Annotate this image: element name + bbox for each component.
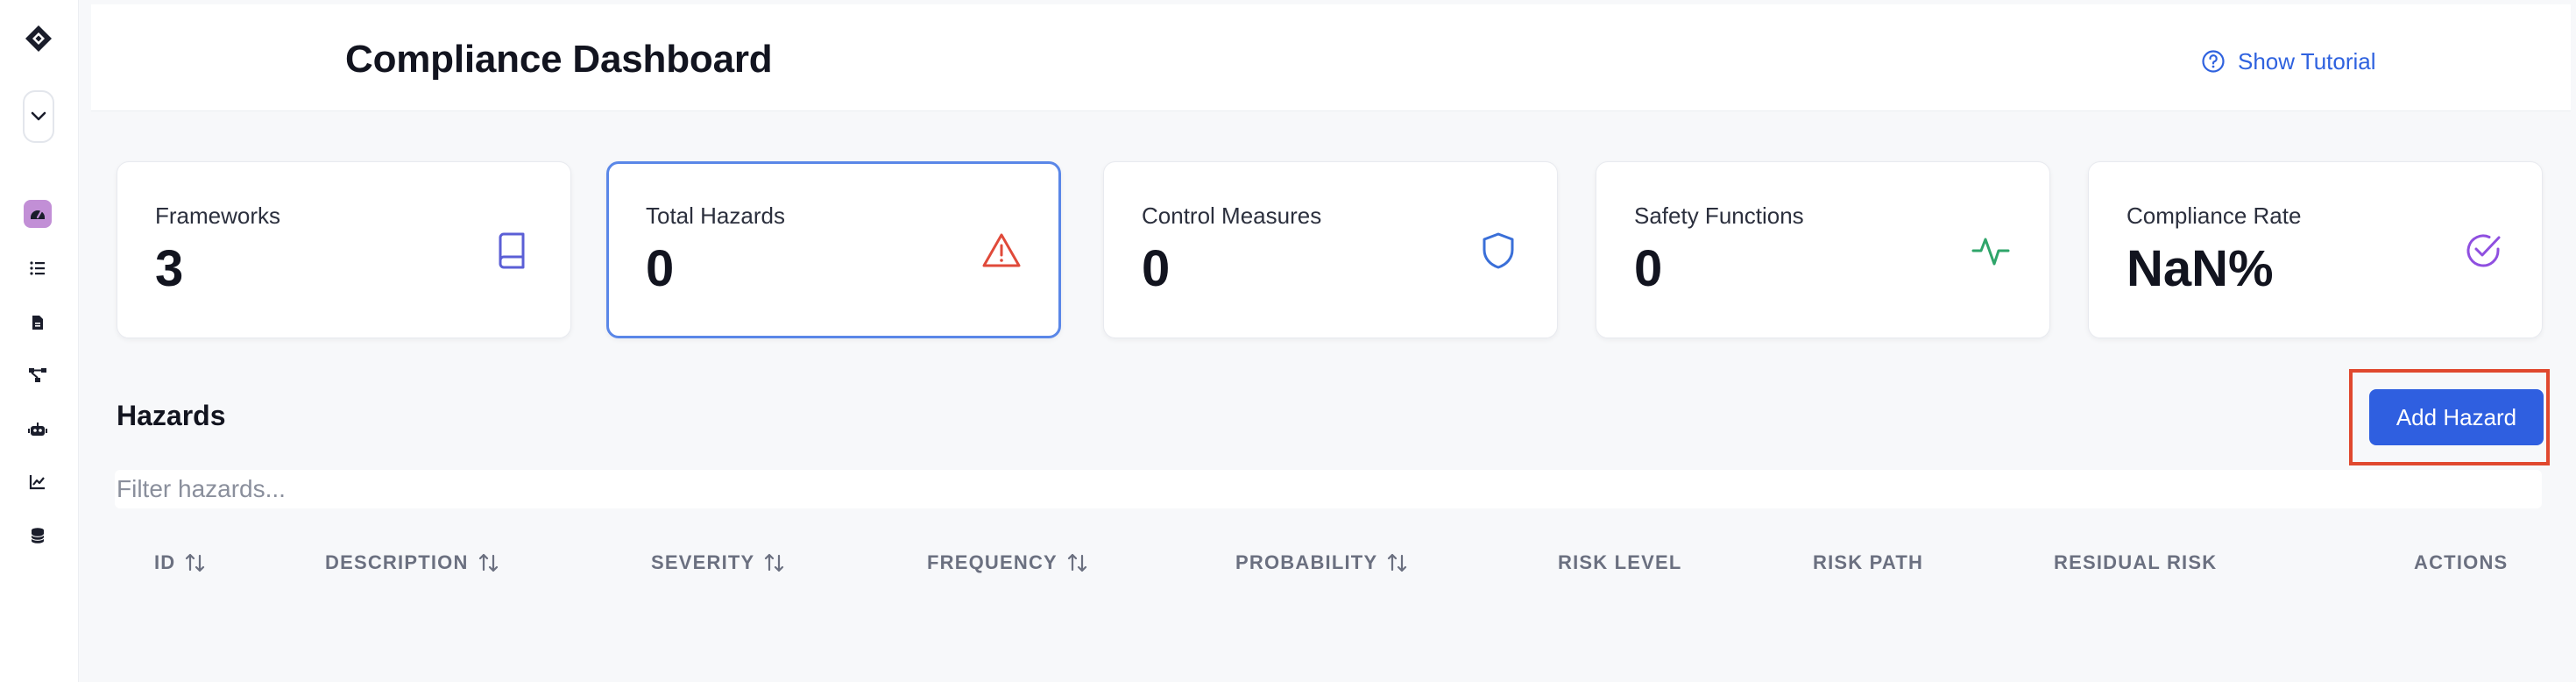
- dashboard-icon: [31, 210, 45, 219]
- column-header-residual-risk: RESIDUAL RISK: [2054, 551, 2217, 574]
- hazards-section-title: Hazards: [117, 400, 226, 431]
- column-header-severity[interactable]: SEVERITY: [651, 551, 786, 574]
- page-title: Compliance Dashboard: [345, 38, 773, 81]
- column-label: RESIDUAL RISK: [2054, 551, 2218, 573]
- stat-card-control-measures[interactable]: Control Measures 0: [1103, 161, 1558, 338]
- database-icon: [31, 528, 45, 543]
- sidebar-item-documents[interactable]: [24, 309, 52, 337]
- stat-value: 0: [1142, 240, 1171, 297]
- column-label: DESCRIPTION: [325, 551, 469, 573]
- column-label: FREQUENCY: [927, 551, 1058, 573]
- activity-icon: [1971, 238, 2010, 266]
- page-header: Compliance Dashboard Show Tutorial: [91, 4, 2571, 111]
- hazard-filter-input[interactable]: [115, 470, 2542, 508]
- document-icon: [32, 316, 43, 330]
- sidebar-item-workflow[interactable]: [24, 361, 52, 389]
- stat-value: 0: [1634, 240, 1663, 297]
- chart-line-icon: [29, 475, 45, 490]
- stat-label: Compliance Rate: [2127, 202, 2302, 229]
- sidebar-item-automation[interactable]: [24, 416, 52, 444]
- column-header-frequency[interactable]: FREQUENCY: [927, 551, 1089, 574]
- sort-icon: [186, 553, 205, 572]
- stat-value: NaN%: [2127, 240, 2274, 297]
- sort-icon: [1067, 553, 1087, 572]
- sort-icon: [478, 553, 498, 572]
- column-label: RISK PATH: [1813, 551, 1924, 573]
- chevron-down-icon: [31, 111, 46, 121]
- sort-icon: [765, 553, 784, 572]
- network-icon: [29, 368, 46, 382]
- sidebar-item-analytics[interactable]: [24, 468, 52, 496]
- column-header-risk-path: RISK PATH: [1813, 551, 1923, 574]
- list-icon: [30, 261, 45, 275]
- stat-label: Control Measures: [1142, 202, 1322, 229]
- stat-label: Frameworks: [155, 202, 281, 229]
- robot-icon: [28, 423, 47, 436]
- stat-card-compliance-rate[interactable]: Compliance Rate NaN%: [2088, 161, 2543, 338]
- warning-icon: [982, 233, 1021, 267]
- show-tutorial-label: Show Tutorial: [2238, 47, 2376, 75]
- column-header-actions: ACTIONS: [2414, 551, 2508, 574]
- check-circle-icon: [2466, 234, 2501, 267]
- sidebar-item-list[interactable]: [24, 254, 52, 282]
- show-tutorial-button[interactable]: Show Tutorial: [2201, 45, 2376, 78]
- help-circle-icon: [2202, 50, 2225, 73]
- sidebar: [0, 0, 79, 682]
- column-header-id[interactable]: ID: [154, 551, 207, 574]
- column-label: ID: [154, 551, 176, 573]
- stat-card-safety-functions[interactable]: Safety Functions 0: [1596, 161, 2050, 338]
- stat-value: 0: [646, 240, 675, 297]
- column-label: PROBABILITY: [1235, 551, 1378, 573]
- sort-icon: [1388, 553, 1407, 572]
- book-icon: [499, 232, 525, 269]
- column-label: SEVERITY: [651, 551, 755, 573]
- stat-label: Total Hazards: [646, 202, 785, 229]
- stat-card-frameworks[interactable]: Frameworks 3: [117, 161, 571, 338]
- column-header-risk-level: RISK LEVEL: [1558, 551, 1682, 574]
- column-header-description[interactable]: DESCRIPTION: [325, 551, 500, 574]
- column-header-probability[interactable]: PROBABILITY: [1235, 551, 1409, 574]
- stat-card-total-hazards[interactable]: Total Hazards 0: [606, 161, 1061, 338]
- shield-icon: [1483, 232, 1514, 269]
- sidebar-item-database[interactable]: [24, 522, 52, 550]
- add-hazard-button[interactable]: Add Hazard: [2369, 389, 2544, 445]
- stat-value: 3: [155, 240, 184, 297]
- workspace-toggle-button[interactable]: [23, 90, 54, 143]
- column-label: RISK LEVEL: [1558, 551, 1682, 573]
- sidebar-item-dashboard[interactable]: [24, 200, 52, 228]
- stat-label: Safety Functions: [1634, 202, 1804, 229]
- column-label: ACTIONS: [2414, 551, 2509, 573]
- logo-icon[interactable]: [24, 24, 53, 53]
